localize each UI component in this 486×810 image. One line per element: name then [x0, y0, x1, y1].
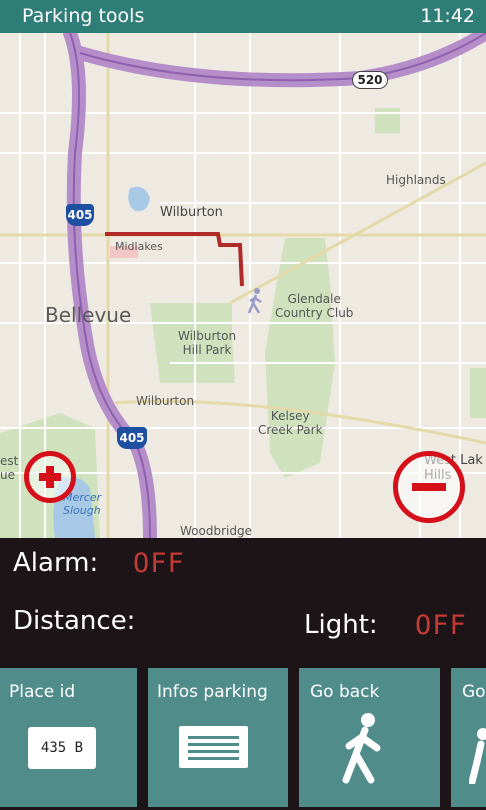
map-label-glendale: Glendale Country Club	[275, 292, 354, 320]
info-panel: Alarm: OFF Distance: Light: OFF	[0, 538, 486, 665]
map-label-midlakes: Midlakes	[115, 240, 163, 253]
light-label: Light:	[304, 610, 378, 640]
tile-label: Infos parking	[157, 682, 268, 702]
tile-label: Go	[462, 682, 486, 702]
map-label-west-left: est ue	[0, 454, 19, 482]
park-area	[470, 368, 486, 418]
water-area	[128, 186, 150, 212]
status-bar: Parking tools 11:42	[0, 0, 486, 33]
park-area	[375, 108, 400, 133]
tile-label: Go back	[310, 682, 380, 702]
map-label-highlands: Highlands	[386, 173, 446, 187]
alarm-label: Alarm:	[13, 548, 99, 578]
park-area	[265, 238, 335, 478]
license-plate-icon: 435 B	[28, 727, 96, 769]
alarm-value[interactable]: OFF	[133, 548, 185, 579]
light-value[interactable]: OFF	[415, 610, 467, 641]
walking-person-icon	[469, 728, 486, 784]
map-label-kelsey-creek: Kelsey Creek Park	[258, 409, 323, 437]
document-icon	[179, 726, 248, 768]
sr-520-shield: 520	[352, 71, 388, 89]
tile-label: Place id	[9, 682, 76, 702]
go-back-tile[interactable]: Go back	[299, 668, 440, 807]
action-tiles: Place id 435 B Infos parking Go back Go	[0, 665, 486, 810]
walking-person-icon	[342, 713, 381, 784]
clock: 11:42	[420, 5, 475, 27]
interstate-405-shield-south: 405	[117, 427, 147, 449]
place-id-tile[interactable]: Place id 435 B	[0, 668, 137, 807]
distance-label: Distance:	[13, 606, 136, 636]
app-title: Parking tools	[22, 5, 145, 27]
zoom-in-button[interactable]	[24, 451, 76, 503]
interstate-405-shield: 405	[66, 204, 94, 226]
map-label-wilburton-south: Wilburton	[136, 394, 195, 408]
map-label-woodbridge: Woodbridge	[180, 524, 252, 538]
map-label-wilburton: Wilburton	[160, 205, 223, 220]
go-tile[interactable]: Go	[451, 668, 486, 807]
zoom-out-button[interactable]	[393, 451, 465, 523]
map-label-bellevue: Bellevue	[45, 303, 132, 327]
infos-parking-tile[interactable]: Infos parking	[148, 668, 288, 807]
pedestrian-icon	[247, 288, 262, 314]
map-label-wilburton-hill-park: Wilburton Hill Park	[178, 329, 237, 357]
